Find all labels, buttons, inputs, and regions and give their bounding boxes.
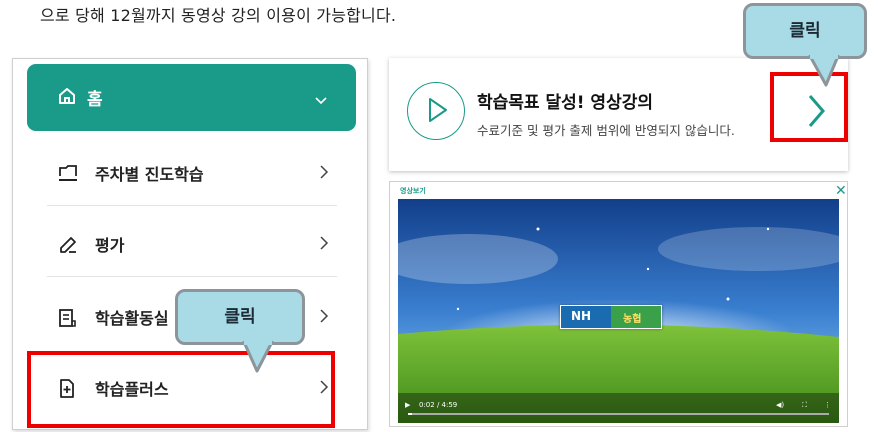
close-icon[interactable]: ✕ (835, 183, 847, 199)
menu-divider (47, 276, 337, 277)
nh-logo: NH 농협 (560, 305, 662, 329)
video-time: 0:02 / 4:59 (419, 401, 458, 409)
play-icon (407, 82, 465, 140)
menu-item-label: 평가 (95, 236, 125, 255)
menu-item-label: 학습활동실 (95, 309, 169, 328)
callout-label: 클릭 (789, 21, 821, 41)
more-icon[interactable]: ⋮ (824, 401, 831, 409)
goal-title: 학습목표 달성! 영상강의 (477, 93, 653, 113)
nh-logo-brand: 농협 (623, 314, 642, 325)
menu-item-label: 주차별 진도학습 (95, 165, 204, 184)
callout-tail (242, 341, 274, 373)
fullscreen-icon[interactable]: ⛶ (802, 401, 807, 410)
home-icon (57, 86, 77, 110)
instruction-text: 으로 당해 12월까지 동영상 강의 이용이 가능합니다. (40, 6, 397, 25)
callout-tail (808, 55, 840, 87)
callout-label: 클릭 (224, 307, 256, 327)
menu-home-label: 홈 (87, 90, 103, 110)
goal-subtitle: 수료기준 및 평가 출제 범위에 반영되지 않습니다. (477, 123, 735, 138)
menu-home-item[interactable]: 홈 (27, 64, 356, 131)
chevron-down-icon (314, 91, 328, 110)
click-callout: 클릭 (743, 3, 867, 59)
chevron-right-icon (319, 164, 329, 184)
pencil-icon (57, 234, 79, 260)
document-icon (57, 307, 77, 333)
play-icon[interactable]: ▶ (405, 401, 410, 409)
menu-item-weekly[interactable]: 주차별 진도학습 (27, 143, 356, 203)
menu-item-evaluation[interactable]: 평가 (27, 214, 356, 274)
folder-icon (57, 163, 79, 187)
click-callout: 클릭 (175, 289, 305, 345)
chevron-right-icon (319, 235, 329, 255)
highlight-box (27, 351, 335, 428)
menu-divider (47, 205, 337, 206)
chevron-right-icon (319, 308, 329, 328)
video-title: 영상보기 (400, 187, 426, 195)
nh-logo-text: NH (571, 309, 592, 323)
volume-icon[interactable]: ◀) (776, 401, 784, 409)
